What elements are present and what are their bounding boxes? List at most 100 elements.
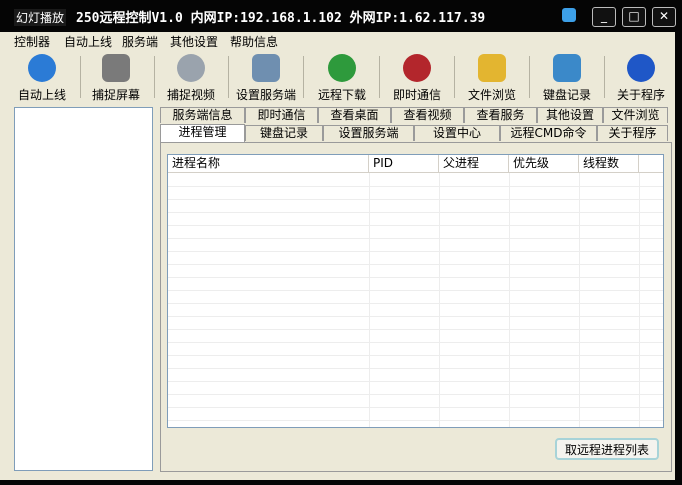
grid-row-line: [168, 407, 663, 408]
window-controls: _ □ ✕: [592, 7, 676, 27]
grid-row-line: [168, 381, 663, 382]
tray-icon[interactable]: [562, 8, 576, 22]
grid-column-line: [369, 173, 370, 427]
tab-settings-center[interactable]: 设置中心: [414, 125, 500, 141]
tool-file-browse-button[interactable]: 文件浏览: [456, 52, 528, 102]
column-priority[interactable]: 优先级: [509, 155, 579, 172]
grid-row-line: [168, 342, 663, 343]
grid-row-line: [168, 186, 663, 187]
tool-label: 关于程序: [616, 88, 665, 102]
tab-row-bottom: 进程管理 键盘记录 设置服务端 设置中心 远程CMD命令 关于程序: [160, 124, 670, 142]
download-icon: [328, 54, 356, 82]
tab-view-desktop[interactable]: 查看桌面: [318, 107, 391, 123]
toolbar-separator: [303, 56, 304, 98]
grid-row-line: [168, 420, 663, 421]
grid-row-line: [168, 238, 663, 239]
tool-server-settings-button[interactable]: 设置服务端: [230, 52, 302, 102]
grid-row-line: [168, 264, 663, 265]
process-manager-panel: 进程名称 PID 父进程 优先级 线程数 取远程进程列表: [160, 142, 672, 472]
tab-server-settings[interactable]: 设置服务端: [323, 125, 414, 141]
tab-file-browse[interactable]: 文件浏览: [603, 107, 668, 123]
grid-row-line: [168, 251, 663, 252]
menu-controller[interactable]: 控制器: [14, 33, 50, 50]
tool-capture-screen-button[interactable]: 捕捉屏幕: [80, 52, 152, 102]
minimize-button[interactable]: _: [592, 7, 616, 27]
grid-column-line: [579, 173, 580, 427]
process-list-body: [168, 173, 663, 427]
window-title: 250远程控制V1.0 内网IP:192.168.1.102 外网IP:1.62…: [76, 11, 486, 26]
tab-other-settings[interactable]: 其他设置: [537, 107, 603, 123]
menu-help[interactable]: 帮助信息: [230, 33, 278, 50]
tab-remote-cmd[interactable]: 远程CMD命令: [500, 125, 597, 141]
process-list[interactable]: 进程名称 PID 父进程 优先级 线程数: [167, 154, 664, 428]
title-bar: 幻灯播放 250远程控制V1.0 内网IP:192.168.1.102 外网IP…: [0, 0, 682, 32]
host-list-panel[interactable]: [14, 107, 153, 471]
tool-remote-download-button[interactable]: 远程下载: [306, 52, 378, 102]
column-thread-count[interactable]: 线程数: [579, 155, 639, 172]
grid-column-line: [439, 173, 440, 427]
tool-capture-video-button[interactable]: 捕捉视频: [155, 52, 227, 102]
tab-instant-message[interactable]: 即时通信: [245, 107, 318, 123]
help-icon: [627, 54, 655, 82]
get-process-list-button[interactable]: 取远程进程列表: [555, 438, 659, 460]
column-pid[interactable]: PID: [369, 155, 439, 172]
globe-icon: [28, 54, 56, 82]
menu-other-settings[interactable]: 其他设置: [170, 33, 218, 50]
tool-about-button[interactable]: 关于程序: [605, 52, 677, 102]
window-bottom-border: [0, 480, 682, 485]
webcam-icon: [177, 54, 205, 82]
tab-about[interactable]: 关于程序: [597, 125, 668, 141]
grid-column-line: [639, 173, 640, 427]
camera-icon: [102, 54, 130, 82]
grid-column-line: [509, 173, 510, 427]
tab-row-top: 服务端信息 即时通信 查看桌面 查看视频 查看服务 其他设置 文件浏览: [160, 107, 670, 124]
menu-auto-online[interactable]: 自动上线: [64, 33, 112, 50]
toolbar: 自动上线 捕捉屏幕 捕捉视频 设置服务端 远程下载 即时通信 文件浏览 键盘记录…: [0, 52, 682, 102]
menu-bar: 控制器 自动上线 服务端 其他设置 帮助信息: [0, 32, 682, 50]
grid-row-line: [168, 212, 663, 213]
tool-keylogger-button[interactable]: 键盘记录: [531, 52, 603, 102]
grid-row-line: [168, 316, 663, 317]
grid-row-line: [168, 303, 663, 304]
process-list-header: 进程名称 PID 父进程 优先级 线程数: [168, 155, 663, 173]
column-process-name[interactable]: 进程名称: [168, 155, 369, 172]
grid-row-line: [168, 329, 663, 330]
title-badge: 幻灯播放: [14, 9, 67, 26]
tool-auto-online-button[interactable]: 自动上线: [6, 52, 78, 102]
grid-row-line: [168, 199, 663, 200]
tab-keylogger[interactable]: 键盘记录: [245, 125, 323, 141]
tool-label: 自动上线: [17, 88, 66, 102]
menu-server[interactable]: 服务端: [122, 33, 158, 50]
toolbar-separator: [379, 56, 380, 98]
app-window: 幻灯播放 250远程控制V1.0 内网IP:192.168.1.102 外网IP…: [0, 0, 682, 485]
heart-icon: [403, 54, 431, 82]
tool-label: 文件浏览: [467, 88, 516, 102]
tool-label: 远程下载: [317, 88, 366, 102]
tab-view-services[interactable]: 查看服务: [464, 107, 537, 123]
tab-process-manager[interactable]: 进程管理: [160, 124, 245, 142]
toolbar-separator: [454, 56, 455, 98]
tool-label: 捕捉视频: [166, 88, 215, 102]
tool-label: 设置服务端: [235, 88, 296, 102]
maximize-button[interactable]: □: [622, 7, 646, 27]
grid-row-line: [168, 225, 663, 226]
toolbar-separator: [228, 56, 229, 98]
server-settings-icon: [252, 54, 280, 82]
grid-row-line: [168, 277, 663, 278]
folder-icon: [478, 54, 506, 82]
toolbar-separator: [529, 56, 530, 98]
grid-row-line: [168, 355, 663, 356]
keyboard-icon: [553, 54, 581, 82]
grid-row-line: [168, 368, 663, 369]
column-parent-process[interactable]: 父进程: [439, 155, 509, 172]
close-button[interactable]: ✕: [652, 7, 676, 27]
grid-row-line: [168, 290, 663, 291]
window-right-border: [675, 32, 682, 485]
tab-view-video[interactable]: 查看视频: [391, 107, 464, 123]
tool-instant-message-button[interactable]: 即时通信: [381, 52, 453, 102]
tab-server-info[interactable]: 服务端信息: [160, 107, 245, 123]
tool-label: 键盘记录: [542, 88, 591, 102]
grid-row-line: [168, 394, 663, 395]
tool-label: 即时通信: [392, 88, 441, 102]
tool-label: 捕捉屏幕: [91, 88, 140, 102]
